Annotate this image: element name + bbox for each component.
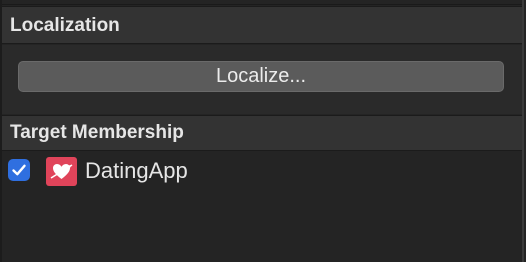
panel-scrollbar-track[interactable] (522, 0, 524, 262)
localization-section-header: Localization (2, 6, 522, 44)
localization-section: Localize... (2, 45, 522, 114)
inspector-panel: Localization Localize... Target Membersh… (0, 0, 526, 262)
heart-arrow-icon (46, 157, 77, 186)
target-name-label: DatingApp (85, 158, 188, 183)
localize-button[interactable]: Localize... (18, 61, 504, 92)
target-membership-section-header: Target Membership (2, 115, 522, 151)
target-checkbox[interactable] (8, 159, 30, 181)
panel-top-divider (0, 0, 522, 5)
target-membership-row: DatingApp (2, 152, 522, 190)
checkmark-icon (12, 164, 26, 176)
